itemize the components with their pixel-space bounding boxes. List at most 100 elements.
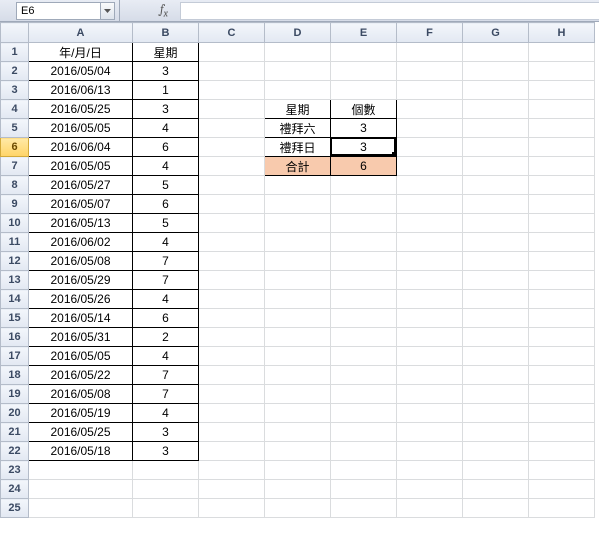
cell-D11[interactable] xyxy=(265,233,331,252)
cell-G1[interactable] xyxy=(463,43,529,62)
cell-H10[interactable] xyxy=(529,214,595,233)
cell-F14[interactable] xyxy=(397,290,463,309)
cell-D13[interactable] xyxy=(265,271,331,290)
row-header-24[interactable]: 24 xyxy=(1,480,29,499)
cell-E4[interactable]: 個數 xyxy=(331,100,397,119)
cell-A25[interactable] xyxy=(29,499,133,518)
cell-G6[interactable] xyxy=(463,138,529,157)
cell-A24[interactable] xyxy=(29,480,133,499)
select-all-corner[interactable] xyxy=(1,23,29,43)
cell-G5[interactable] xyxy=(463,119,529,138)
cell-G23[interactable] xyxy=(463,461,529,480)
cell-B16[interactable]: 2 xyxy=(133,328,199,347)
cell-C17[interactable] xyxy=(199,347,265,366)
cell-F3[interactable] xyxy=(397,81,463,100)
cell-A12[interactable]: 2016/05/08 xyxy=(29,252,133,271)
cell-H22[interactable] xyxy=(529,442,595,461)
cell-C1[interactable] xyxy=(199,43,265,62)
cell-G13[interactable] xyxy=(463,271,529,290)
cell-F1[interactable] xyxy=(397,43,463,62)
cell-G24[interactable] xyxy=(463,480,529,499)
cell-F16[interactable] xyxy=(397,328,463,347)
cell-H14[interactable] xyxy=(529,290,595,309)
cell-H7[interactable] xyxy=(529,157,595,176)
row-header-3[interactable]: 3 xyxy=(1,81,29,100)
cell-H8[interactable] xyxy=(529,176,595,195)
col-header-E[interactable]: E xyxy=(331,23,397,43)
cell-C12[interactable] xyxy=(199,252,265,271)
cell-A19[interactable]: 2016/05/08 xyxy=(29,385,133,404)
cell-E6[interactable]: 3 xyxy=(331,138,397,157)
row-header-20[interactable]: 20 xyxy=(1,404,29,423)
cell-G17[interactable] xyxy=(463,347,529,366)
name-box[interactable]: E6 xyxy=(16,2,101,20)
cell-H20[interactable] xyxy=(529,404,595,423)
cell-D20[interactable] xyxy=(265,404,331,423)
cell-B2[interactable]: 3 xyxy=(133,62,199,81)
cell-F8[interactable] xyxy=(397,176,463,195)
cell-F9[interactable] xyxy=(397,195,463,214)
fx-icon[interactable]: fx xyxy=(154,2,174,19)
cell-H17[interactable] xyxy=(529,347,595,366)
col-header-G[interactable]: G xyxy=(463,23,529,43)
cell-H25[interactable] xyxy=(529,499,595,518)
cell-F11[interactable] xyxy=(397,233,463,252)
cell-A23[interactable] xyxy=(29,461,133,480)
cell-C22[interactable] xyxy=(199,442,265,461)
row-header-23[interactable]: 23 xyxy=(1,461,29,480)
cell-F24[interactable] xyxy=(397,480,463,499)
row-header-22[interactable]: 22 xyxy=(1,442,29,461)
cell-E14[interactable] xyxy=(331,290,397,309)
row-header-6[interactable]: 6 xyxy=(1,138,29,157)
cell-D4[interactable]: 星期 xyxy=(265,100,331,119)
cell-F15[interactable] xyxy=(397,309,463,328)
cell-E11[interactable] xyxy=(331,233,397,252)
cell-C11[interactable] xyxy=(199,233,265,252)
cell-G25[interactable] xyxy=(463,499,529,518)
row-header-2[interactable]: 2 xyxy=(1,62,29,81)
cell-A22[interactable]: 2016/05/18 xyxy=(29,442,133,461)
col-header-A[interactable]: A xyxy=(29,23,133,43)
cell-C3[interactable] xyxy=(199,81,265,100)
cell-D17[interactable] xyxy=(265,347,331,366)
cell-F7[interactable] xyxy=(397,157,463,176)
cell-G22[interactable] xyxy=(463,442,529,461)
cell-C20[interactable] xyxy=(199,404,265,423)
cell-F13[interactable] xyxy=(397,271,463,290)
cell-E25[interactable] xyxy=(331,499,397,518)
cell-D23[interactable] xyxy=(265,461,331,480)
cell-D24[interactable] xyxy=(265,480,331,499)
cell-C14[interactable] xyxy=(199,290,265,309)
cell-H9[interactable] xyxy=(529,195,595,214)
cell-B18[interactable]: 7 xyxy=(133,366,199,385)
cell-D14[interactable] xyxy=(265,290,331,309)
cell-D9[interactable] xyxy=(265,195,331,214)
cell-H4[interactable] xyxy=(529,100,595,119)
cell-A6[interactable]: 2016/06/04 xyxy=(29,138,133,157)
cell-B6[interactable]: 6 xyxy=(133,138,199,157)
cell-H24[interactable] xyxy=(529,480,595,499)
row-header-15[interactable]: 15 xyxy=(1,309,29,328)
cell-A13[interactable]: 2016/05/29 xyxy=(29,271,133,290)
row-header-9[interactable]: 9 xyxy=(1,195,29,214)
spreadsheet-grid[interactable]: ABCDEFGH1年/月/日星期22016/05/04332016/06/131… xyxy=(0,22,599,534)
cell-F4[interactable] xyxy=(397,100,463,119)
cell-C15[interactable] xyxy=(199,309,265,328)
cell-F18[interactable] xyxy=(397,366,463,385)
cell-G14[interactable] xyxy=(463,290,529,309)
cell-A8[interactable]: 2016/05/27 xyxy=(29,176,133,195)
cell-F2[interactable] xyxy=(397,62,463,81)
cell-C23[interactable] xyxy=(199,461,265,480)
cell-C24[interactable] xyxy=(199,480,265,499)
cell-E22[interactable] xyxy=(331,442,397,461)
col-header-C[interactable]: C xyxy=(199,23,265,43)
cell-F25[interactable] xyxy=(397,499,463,518)
cell-E20[interactable] xyxy=(331,404,397,423)
cell-A17[interactable]: 2016/05/05 xyxy=(29,347,133,366)
cell-B9[interactable]: 6 xyxy=(133,195,199,214)
cell-A1[interactable]: 年/月/日 xyxy=(29,43,133,62)
cell-B14[interactable]: 4 xyxy=(133,290,199,309)
row-header-7[interactable]: 7 xyxy=(1,157,29,176)
cell-H21[interactable] xyxy=(529,423,595,442)
cell-H13[interactable] xyxy=(529,271,595,290)
